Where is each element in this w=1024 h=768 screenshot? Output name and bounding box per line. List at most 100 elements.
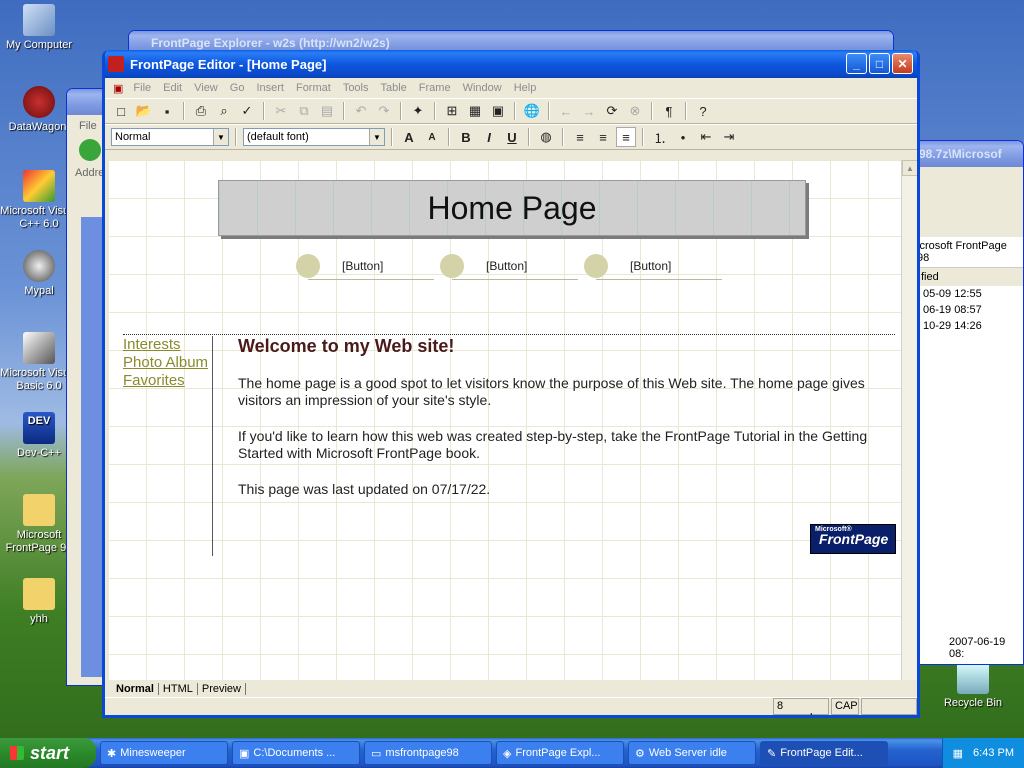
- cut-icon[interactable]: ✂: [271, 101, 291, 121]
- align-right-icon[interactable]: ≡: [616, 127, 636, 147]
- task-frontpage-editor[interactable]: ✎ FrontPage Edit...: [760, 741, 888, 765]
- task-documents[interactable]: ▣ C:\Documents ...: [232, 741, 360, 765]
- forward-arrow-icon[interactable]: →: [579, 101, 599, 121]
- redo-icon[interactable]: ↷: [374, 101, 394, 121]
- close-button[interactable]: ✕: [892, 53, 913, 74]
- back-arrow-icon[interactable]: ←: [556, 101, 576, 121]
- task-msfrontpage98[interactable]: ▭ msfrontpage98: [364, 741, 492, 765]
- computer-icon: [23, 4, 55, 36]
- insert-image-icon[interactable]: ▣: [488, 101, 508, 121]
- vertical-scrollbar[interactable]: ▲: [901, 160, 917, 680]
- toolbar-separator: [651, 102, 653, 120]
- save-icon[interactable]: ▪: [157, 101, 177, 121]
- show-formatting-icon[interactable]: ¶: [659, 101, 679, 121]
- toolbar-separator: [685, 102, 687, 120]
- editor-titlebar[interactable]: FrontPage Editor - [Home Page] _ □ ✕: [105, 50, 917, 78]
- spelling-icon[interactable]: ✓: [237, 101, 257, 121]
- datawagon-icon: [23, 86, 55, 118]
- menu-edit[interactable]: Edit: [157, 82, 188, 94]
- menu-tools[interactable]: Tools: [337, 82, 375, 94]
- start-button[interactable]: start: [0, 738, 96, 768]
- link-photo-album[interactable]: Photo Album: [123, 354, 212, 372]
- menu-frame[interactable]: Frame: [413, 82, 457, 94]
- nav-button-1[interactable]: [Button]: [296, 254, 434, 280]
- scroll-up-icon[interactable]: ▲: [902, 160, 917, 176]
- decrease-indent-icon[interactable]: ⇤: [696, 127, 716, 147]
- paste-icon[interactable]: ▤: [317, 101, 337, 121]
- tab-preview[interactable]: Preview: [198, 683, 246, 695]
- main-content[interactable]: Welcome to my Web site! The home page is…: [238, 337, 898, 517]
- menu-help[interactable]: Help: [508, 82, 543, 94]
- numbered-list-icon[interactable]: ⒈: [650, 127, 670, 147]
- visual-basic-icon: [23, 332, 55, 364]
- menu-insert[interactable]: Insert: [250, 82, 290, 94]
- copy-icon[interactable]: ⧉: [294, 101, 314, 121]
- align-left-icon[interactable]: ≡: [570, 127, 590, 147]
- task-frontpage-explorer[interactable]: ◈ FrontPage Expl...: [496, 741, 624, 765]
- toolbar-separator: [448, 128, 450, 146]
- menu-view[interactable]: View: [188, 82, 224, 94]
- bold-icon[interactable]: B: [456, 127, 476, 147]
- maximize-button[interactable]: □: [869, 53, 890, 74]
- chevron-down-icon[interactable]: ▼: [213, 129, 228, 145]
- new-page-icon[interactable]: □: [111, 101, 131, 121]
- bulleted-list-icon[interactable]: •: [673, 127, 693, 147]
- network-icon[interactable]: ▦: [953, 747, 963, 760]
- menu-window[interactable]: Window: [457, 82, 508, 94]
- menu-go[interactable]: Go: [224, 82, 251, 94]
- back-arrow-icon[interactable]: [79, 139, 101, 161]
- task-web-server[interactable]: ⚙ Web Server idle: [628, 741, 756, 765]
- undo-icon[interactable]: ↶: [351, 101, 371, 121]
- right-window-column-header[interactable]: fied: [913, 268, 1023, 286]
- menu-table[interactable]: Table: [375, 82, 413, 94]
- hyperlink-icon[interactable]: 🌐: [522, 101, 542, 121]
- stop-icon[interactable]: ⊗: [625, 101, 645, 121]
- app-icon: [108, 56, 124, 72]
- menu-doc-icon: ▣: [113, 82, 124, 95]
- form-field-icon[interactable]: ⊞: [442, 101, 462, 121]
- refresh-icon[interactable]: ⟳: [602, 101, 622, 121]
- frontpage-explorer-icon: ◈: [503, 747, 512, 760]
- desktop-icon-recycle-bin[interactable]: Recycle Bin: [934, 662, 1012, 710]
- print-icon[interactable]: ⎙: [191, 101, 211, 121]
- link-interests[interactable]: Interests: [123, 336, 212, 354]
- style-combo[interactable]: Normal ▼: [111, 128, 229, 146]
- menu-file[interactable]: File: [127, 82, 157, 94]
- tab-normal[interactable]: Normal: [112, 683, 159, 695]
- nav-button-3[interactable]: [Button]: [584, 254, 722, 280]
- right-window-item[interactable]: icrosoft FrontPage 98: [913, 237, 1023, 268]
- toolbar-separator: [343, 102, 345, 120]
- frontpage-editor-window[interactable]: FrontPage Editor - [Home Page] _ □ ✕ ▣ F…: [102, 50, 920, 718]
- insert-table-icon[interactable]: ▦: [465, 101, 485, 121]
- italic-icon[interactable]: I: [479, 127, 499, 147]
- help-pointer-icon[interactable]: ?: [693, 101, 713, 121]
- increase-indent-icon[interactable]: ⇥: [719, 127, 739, 147]
- webbot-icon[interactable]: ✦: [408, 101, 428, 121]
- font-combo[interactable]: (default font) ▼: [243, 128, 385, 146]
- align-center-icon[interactable]: ≡: [593, 127, 613, 147]
- toolbar-separator: [528, 128, 530, 146]
- chevron-down-icon[interactable]: ▼: [369, 129, 384, 145]
- increase-font-icon[interactable]: A: [399, 127, 419, 147]
- toolbar-separator: [235, 128, 237, 146]
- tab-html[interactable]: HTML: [159, 683, 198, 695]
- print-preview-icon[interactable]: ⌕: [214, 101, 234, 121]
- nav-button-2[interactable]: [Button]: [440, 254, 578, 280]
- minimize-button[interactable]: _: [846, 53, 867, 74]
- right-window-footer: 2007-06-19 08:: [949, 636, 1006, 660]
- clock[interactable]: 6:43 PM: [973, 747, 1014, 759]
- link-favorites[interactable]: Favorites: [123, 372, 212, 390]
- open-folder-icon[interactable]: 📂: [134, 101, 154, 121]
- text-color-icon[interactable]: ◍: [536, 127, 556, 147]
- underline-icon[interactable]: U: [502, 127, 522, 147]
- menu-format[interactable]: Format: [290, 82, 337, 94]
- archive-window-right[interactable]: 98.7z\Microsof icrosoft FrontPage 98 fie…: [912, 140, 1024, 665]
- editor-canvas[interactable]: Home Page [Button] [Button] [Button] Int…: [108, 160, 902, 680]
- frontpage-folder-icon: [23, 494, 55, 526]
- decrease-font-icon[interactable]: A: [422, 127, 442, 147]
- task-minesweeper[interactable]: ✱ Minesweeper: [100, 741, 228, 765]
- page-banner[interactable]: Home Page: [218, 180, 806, 236]
- banner-title: Home Page: [427, 189, 597, 226]
- desktop-icon-my-computer[interactable]: My Computer: [0, 4, 78, 52]
- standard-toolbar: □ 📂 ▪ ⎙ ⌕ ✓ ✂ ⧉ ▤ ↶ ↷ ✦ ⊞ ▦ ▣ 🌐 ← → ⟳ ⊗ …: [105, 98, 917, 124]
